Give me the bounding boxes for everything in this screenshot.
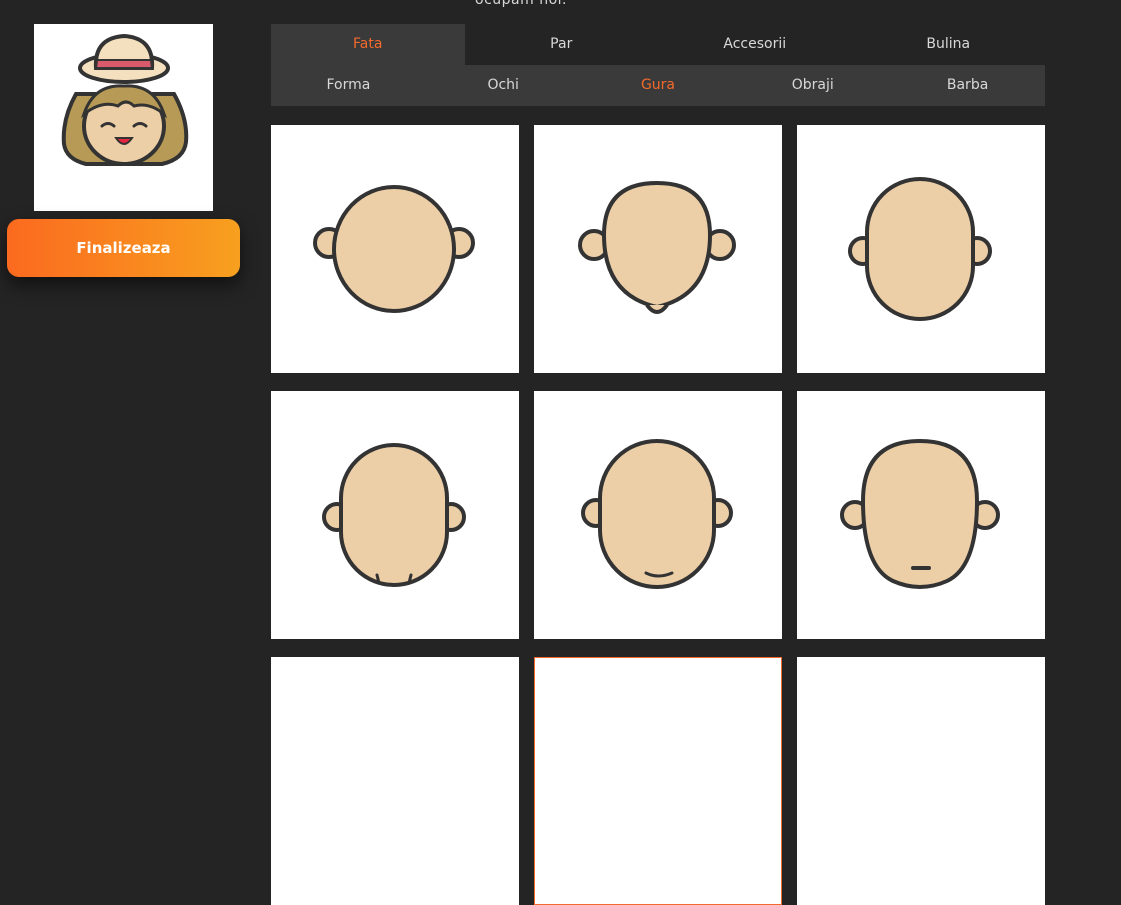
face-cleft-chin-icon <box>322 443 466 587</box>
face-chin-icon <box>578 180 736 314</box>
face-round-icon <box>313 185 475 313</box>
face-option-4[interactable] <box>271 391 519 639</box>
tab-forma[interactable]: Forma <box>271 65 426 106</box>
face-option-3[interactable] <box>797 125 1045 373</box>
secondary-tabs: Forma Ochi Gura Obraji Barba <box>271 65 1045 106</box>
face-option-9[interactable] <box>797 657 1045 905</box>
tab-barba[interactable]: Barba <box>890 65 1045 106</box>
face-option-1[interactable] <box>271 125 519 373</box>
face-option-7[interactable] <box>271 657 519 905</box>
face-option-6[interactable] <box>797 391 1045 639</box>
tab-fata[interactable]: Fata <box>271 24 465 65</box>
avatar-preview <box>34 24 213 211</box>
avatar-girl-hat-icon <box>61 33 189 166</box>
tab-gura[interactable]: Gura <box>581 65 736 106</box>
face-dash-chin-icon <box>840 438 1000 589</box>
face-oval-icon <box>848 177 992 321</box>
primary-tabs: Fata Par Accesorii Bulina <box>271 24 1045 65</box>
tab-ochi[interactable]: Ochi <box>426 65 581 106</box>
face-option-5[interactable] <box>534 391 782 639</box>
tab-obraji[interactable]: Obraji <box>735 65 890 106</box>
face-option-2[interactable] <box>534 125 782 373</box>
intro-text: ocupam noi. <box>475 0 567 8</box>
tab-bulina[interactable]: Bulina <box>852 24 1046 65</box>
tab-par[interactable]: Par <box>465 24 659 65</box>
face-smile-line-icon <box>581 439 733 589</box>
finalize-button[interactable]: Finalizeaza <box>7 219 240 277</box>
face-option-8[interactable] <box>534 657 782 905</box>
tab-accesorii[interactable]: Accesorii <box>658 24 852 65</box>
